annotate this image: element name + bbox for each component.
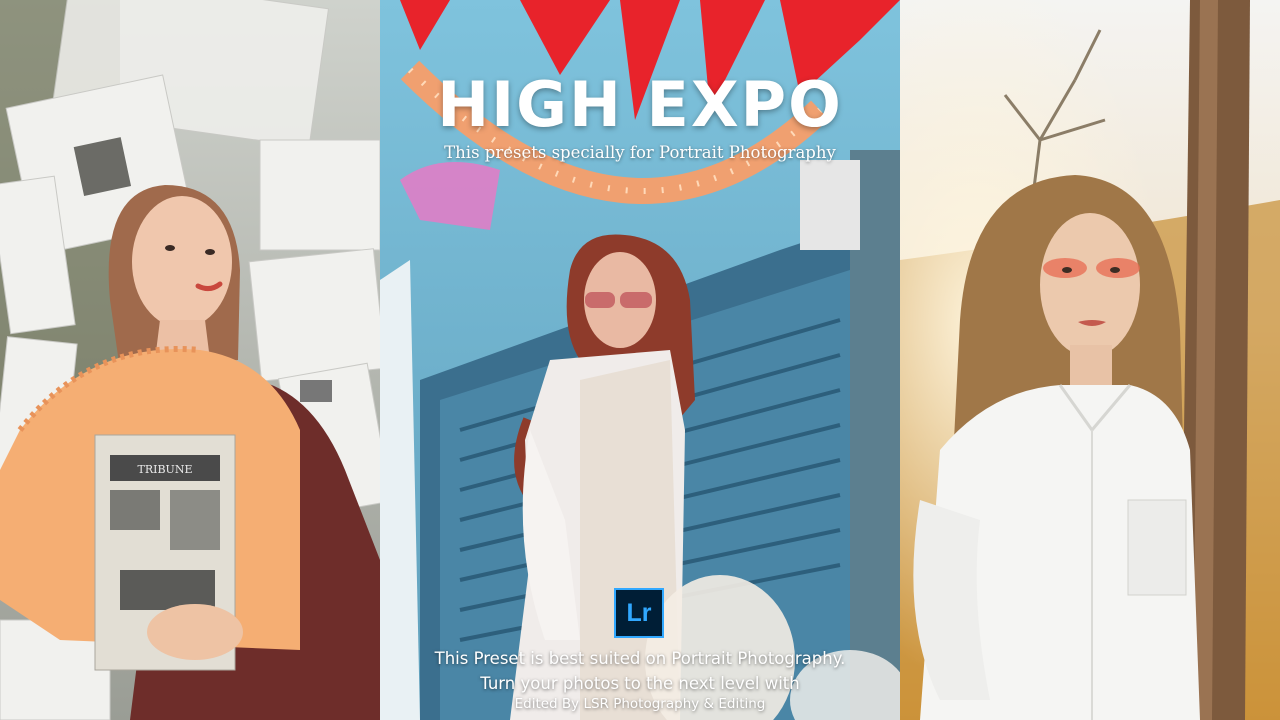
preset-title: HIGH EXPO — [437, 68, 843, 141]
lightroom-logo-icon: Lr — [614, 588, 664, 638]
caption-line-2: Turn your photos to the next level with — [480, 674, 800, 693]
photo-left-woman-newspaper: TRIBUNE — [0, 0, 380, 720]
photo-left-illustration: TRIBUNE — [0, 0, 380, 720]
preset-subtitle: This presets specially for Portrait Phot… — [444, 143, 836, 162]
photo-right-woman-tree — [900, 0, 1280, 720]
caption-credit: Edited By LSR Photography & Editing — [514, 696, 766, 712]
photo-right-illustration — [900, 0, 1280, 720]
newspaper-masthead: TRIBUNE — [138, 463, 193, 476]
caption-line-1: This Preset is best suited on Portrait P… — [434, 649, 846, 668]
